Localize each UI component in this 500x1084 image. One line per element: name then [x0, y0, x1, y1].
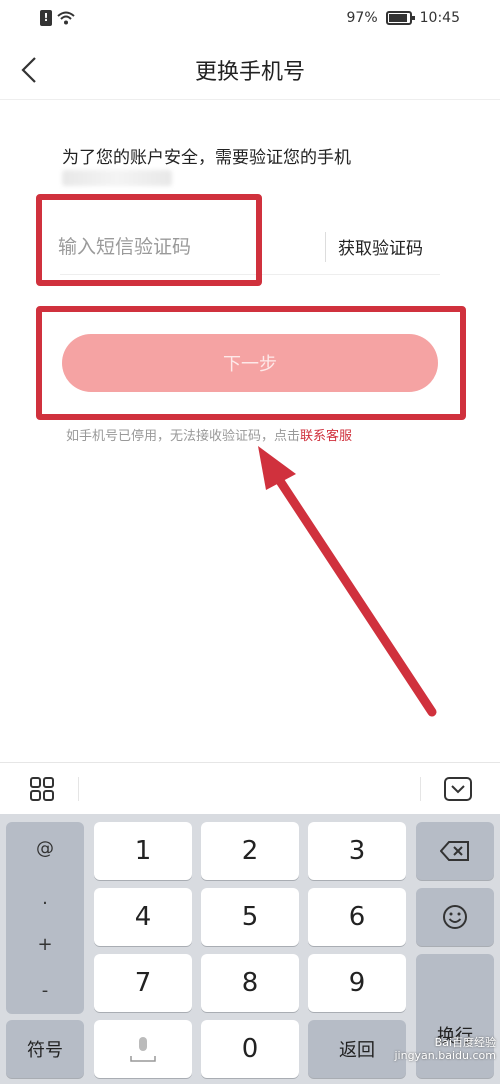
symbols-key[interactable]: 符号	[6, 1020, 84, 1078]
key-8[interactable]: 8	[201, 954, 299, 1012]
help-line: 如手机号已停用，无法接收验证码，点击联系客服	[66, 425, 352, 444]
voice-input-key[interactable]	[94, 1020, 192, 1078]
wifi-icon	[57, 11, 75, 25]
key-5[interactable]: 5	[201, 888, 299, 946]
key-9[interactable]: 9	[308, 954, 406, 1012]
highlight-box-next	[36, 306, 466, 420]
clock: 10:45	[419, 10, 460, 26]
security-hint: 为了您的账户安全，需要验证您的手机	[62, 148, 351, 168]
key-4[interactable]: 4	[94, 888, 192, 946]
key-1[interactable]: 1	[94, 822, 192, 880]
keyboard-toolbar	[0, 762, 500, 814]
masked-phone-number	[62, 170, 172, 186]
contact-support-link[interactable]: 联系客服	[300, 429, 352, 444]
key-2[interactable]: 2	[201, 822, 299, 880]
input-divider	[325, 232, 326, 262]
key-0[interactable]: 0	[201, 1020, 299, 1078]
battery-percent: 97%	[346, 10, 378, 26]
sim-alert-icon: !	[40, 10, 52, 26]
key-7[interactable]: 7	[94, 954, 192, 1012]
status-bar: ! 97% 10:45	[0, 0, 500, 40]
status-right: 97% 10:45	[347, 10, 460, 26]
key-dot[interactable]: .	[6, 888, 84, 909]
backspace-icon	[440, 841, 469, 861]
key-6[interactable]: 6	[308, 888, 406, 946]
page-title: 更换手机号	[194, 60, 305, 85]
microphone-icon	[130, 1037, 156, 1062]
key-3[interactable]: 3	[308, 822, 406, 880]
delete-key[interactable]	[416, 822, 494, 880]
toolbar-divider	[78, 777, 79, 801]
key-minus[interactable]: -	[6, 980, 84, 1001]
hide-keyboard-icon[interactable]	[444, 777, 472, 801]
smiley-icon	[443, 905, 467, 929]
symbol-column: @ . + -	[6, 822, 84, 1014]
toolbar-divider	[420, 777, 421, 801]
watermark: Bai百度经验 jingyan.baidu.com	[394, 1036, 496, 1062]
header: 更换手机号	[0, 40, 500, 100]
grid-menu-icon[interactable]	[30, 777, 54, 801]
get-code-button[interactable]: 获取验证码	[338, 234, 423, 259]
emoji-key[interactable]	[416, 888, 494, 946]
key-plus[interactable]: +	[6, 934, 84, 955]
help-text: 如手机号已停用，无法接收验证码，点击	[66, 429, 301, 444]
battery-icon	[385, 11, 415, 25]
highlight-box-input	[36, 194, 262, 286]
status-left: !	[40, 10, 76, 26]
key-at[interactable]: @	[6, 838, 84, 859]
